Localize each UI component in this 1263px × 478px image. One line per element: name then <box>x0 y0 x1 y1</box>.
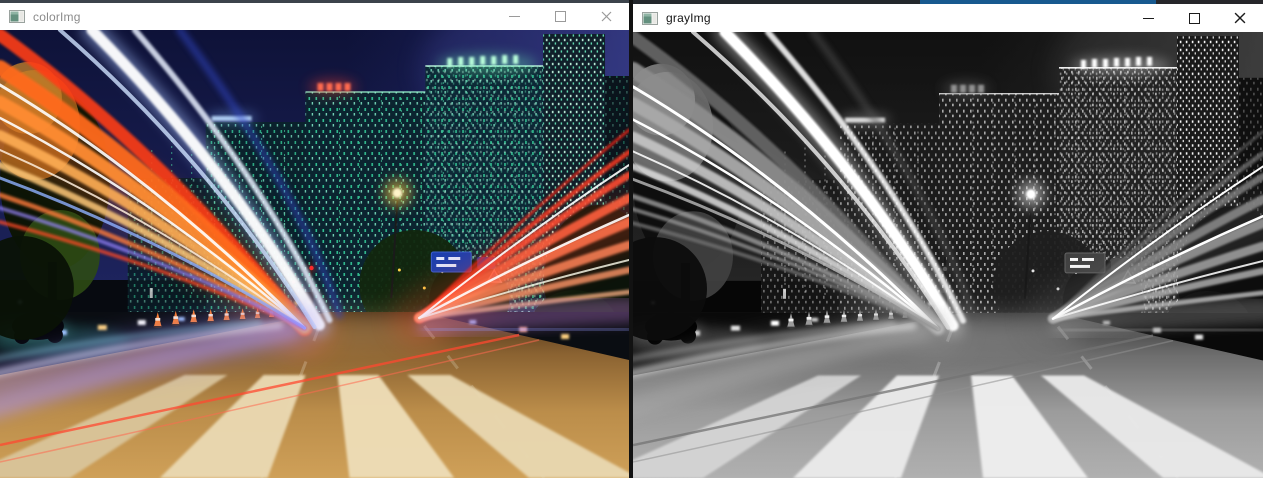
minimize-icon <box>509 16 520 17</box>
maximize-icon <box>1189 13 1200 24</box>
window-title: colorImg <box>33 10 81 24</box>
close-button[interactable] <box>1217 4 1263 32</box>
close-icon <box>1234 12 1246 24</box>
window-title: grayImg <box>666 11 711 25</box>
grayimg-window: grayImg <box>629 0 1263 478</box>
grayimg-titlebar[interactable]: grayImg <box>633 4 1263 32</box>
colorimg-titlebar[interactable]: colorImg <box>0 3 629 30</box>
maximize-button[interactable] <box>1171 4 1217 32</box>
color-image-canvas <box>0 30 629 478</box>
window-controls <box>491 3 629 30</box>
close-button[interactable] <box>583 3 629 30</box>
window-controls <box>1125 4 1263 32</box>
maximize-button[interactable] <box>537 3 583 30</box>
desktop: colorImg <box>0 0 1263 478</box>
minimize-button[interactable] <box>491 3 537 30</box>
picture-icon <box>9 10 25 23</box>
minimize-icon <box>1143 18 1154 19</box>
picture-icon <box>642 12 658 25</box>
minimize-button[interactable] <box>1125 4 1171 32</box>
maximize-icon <box>555 11 566 22</box>
close-icon <box>601 11 612 22</box>
colorimg-window: colorImg <box>0 0 629 478</box>
gray-image-canvas <box>633 32 1263 478</box>
